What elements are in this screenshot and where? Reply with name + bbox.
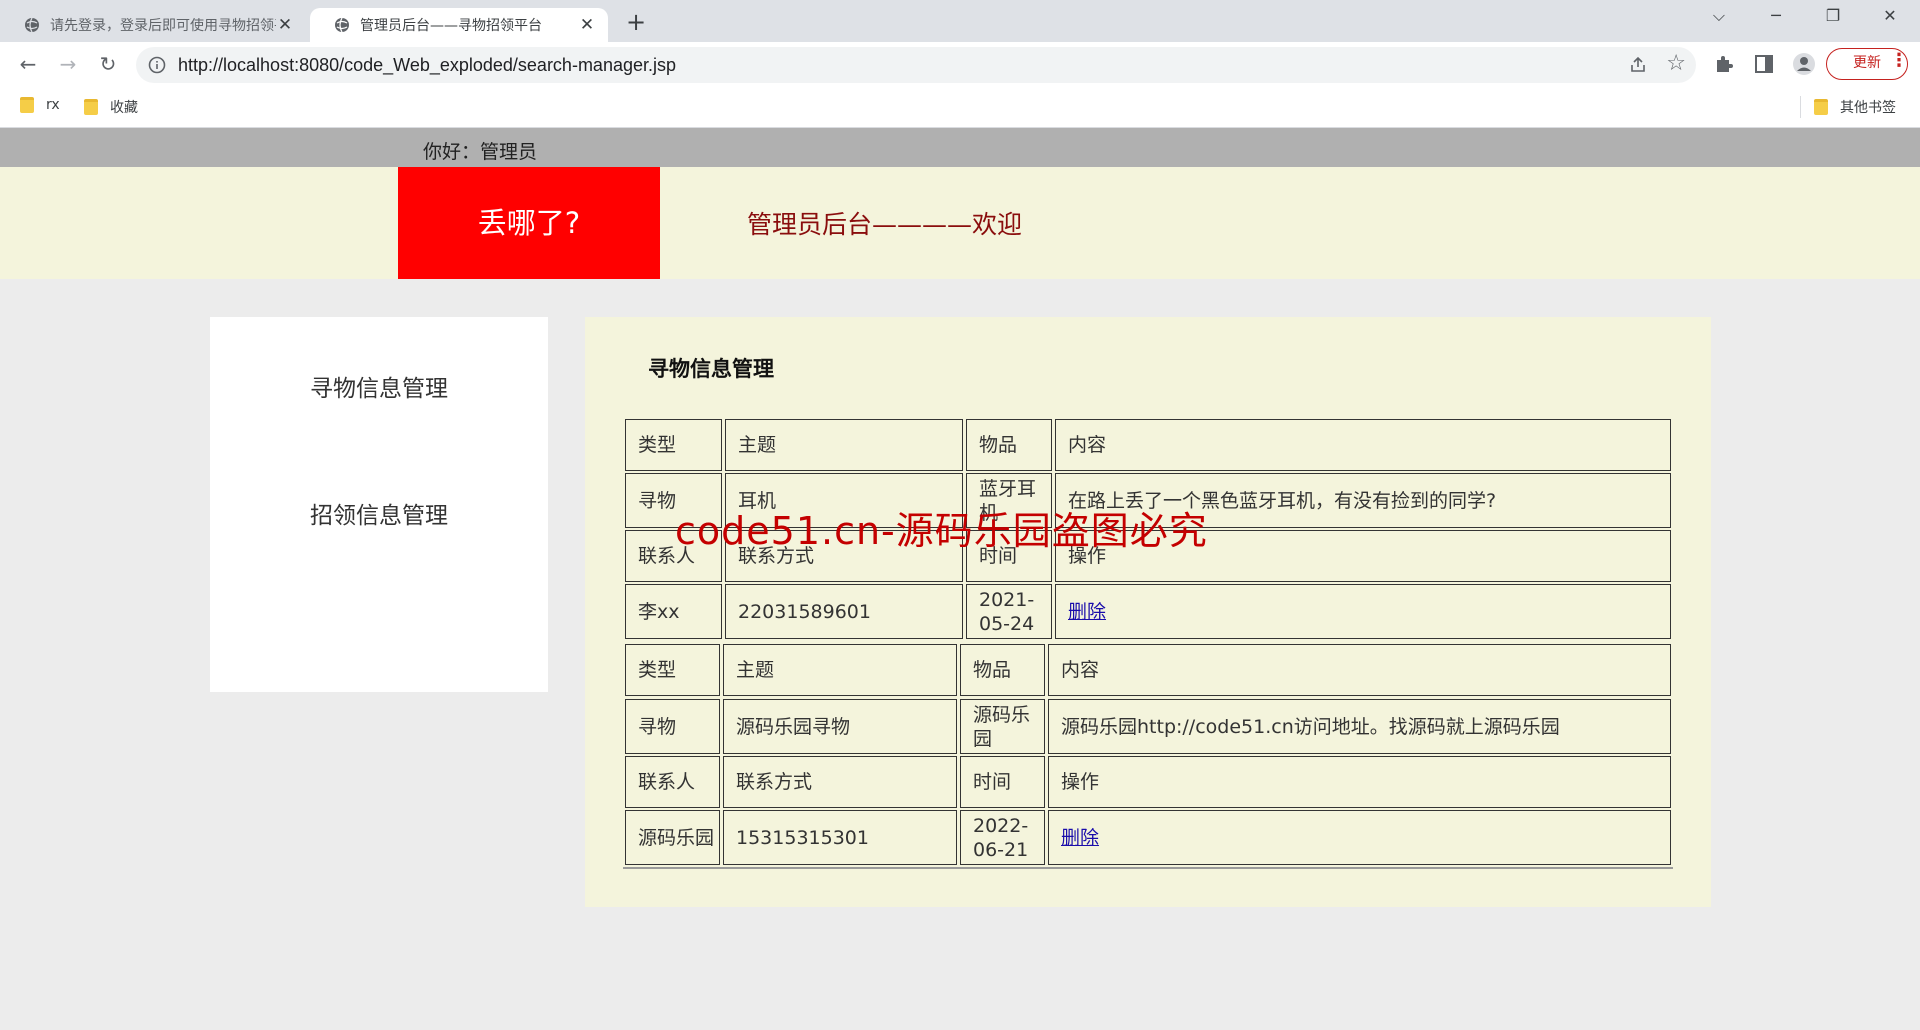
tab-strip: 请先登录，登录后即可使用寻物招领平台 ✕ 管理员后台——寻物招领平台 ✕ + ⌵… [0, 0, 1920, 42]
tab-manager[interactable]: 管理员后台——寻物招领平台 ✕ [310, 8, 608, 42]
site-header: 丢哪了? 管理员后台————欢迎 [0, 167, 1920, 279]
page-heading: 管理员后台————欢迎 [747, 210, 1023, 239]
header-subject: 主题 [723, 644, 957, 696]
bookmark-favorites[interactable]: 收藏 [84, 97, 138, 117]
side-panel-icon[interactable] [1752, 52, 1776, 76]
header-subject: 主题 [725, 419, 963, 471]
tab-login[interactable]: 请先登录，登录后即可使用寻物招领平台 ✕ [0, 8, 306, 42]
header-time: 时间 [960, 756, 1045, 808]
header-operation: 操作 [1055, 530, 1671, 582]
back-arrow-icon[interactable]: ← [14, 52, 42, 76]
header-item: 物品 [960, 644, 1045, 696]
cell-operation: 删除 [1055, 584, 1671, 639]
header-content: 内容 [1048, 644, 1671, 696]
cell-content: 源码乐园http://code51.cn访问地址。找源码就上源码乐园 [1048, 699, 1671, 754]
header-time: 时间 [966, 530, 1052, 582]
cell-subject: 耳机 [725, 473, 963, 528]
tab-title: 管理员后台——寻物招领平台 [360, 18, 542, 34]
new-tab-icon[interactable]: + [624, 8, 648, 36]
browser-menu-icon[interactable]: ⋮ [1890, 50, 1908, 71]
header-item: 物品 [966, 419, 1052, 471]
reload-icon[interactable]: ↻ [94, 52, 122, 76]
header-contact: 联系人 [625, 530, 722, 582]
cell-contact: 源码乐园 [625, 810, 720, 865]
forward-arrow-icon[interactable]: → [54, 52, 82, 76]
cell-item: 蓝牙耳机 [966, 473, 1052, 528]
header-phone: 联系方式 [725, 530, 963, 582]
header-type: 类型 [625, 419, 722, 471]
tab-title: 请先登录，登录后即可使用寻物招领平台 [50, 18, 276, 34]
cell-contact: 李xx [625, 584, 722, 639]
cell-item: 源码乐园 [960, 699, 1045, 754]
header-phone: 联系方式 [723, 756, 957, 808]
update-label: 更新 [1853, 55, 1881, 71]
header-contact: 联系人 [625, 756, 720, 808]
bookmark-label: 其他书签 [1840, 100, 1896, 116]
site-logo[interactable]: 丢哪了? [398, 167, 660, 279]
bookmark-star-icon[interactable]: ☆ [1666, 51, 1686, 76]
address-bar[interactable]: http://localhost:8080/code_Web_exploded/… [136, 47, 1696, 83]
extensions-puzzle-icon[interactable] [1712, 52, 1736, 76]
user-bar: 你好：管理员 [0, 128, 1920, 167]
cell-content: 在路上丢了一个黑色蓝牙耳机，有没有捡到的同学? [1055, 473, 1671, 528]
delete-link[interactable]: 删除 [1068, 600, 1106, 624]
close-tab-icon[interactable]: ✕ [276, 16, 294, 34]
globe-icon [25, 17, 39, 33]
sidebar-item-search-manage[interactable]: 寻物信息管理 [210, 369, 548, 403]
sidebar-item-claim-manage[interactable]: 招领信息管理 [210, 496, 548, 530]
greeting-text: 你好：管理员 [423, 141, 538, 163]
folder-icon [20, 97, 34, 113]
close-tab-icon[interactable]: ✕ [578, 16, 596, 34]
folder-icon [1814, 99, 1828, 115]
profile-avatar-icon[interactable] [1792, 52, 1816, 76]
minimize-icon[interactable]: ─ [1764, 6, 1788, 25]
folder-icon [84, 99, 98, 115]
cell-time: 2022-06-21 [960, 810, 1045, 865]
bookmarks-bar: rx 收藏 其他书签 [0, 88, 1920, 128]
cell-phone: 22031589601 [725, 584, 963, 639]
delete-link[interactable]: 删除 [1061, 826, 1099, 850]
header-content: 内容 [1055, 419, 1671, 471]
cell-subject: 源码乐园寻物 [723, 699, 957, 754]
other-bookmarks[interactable]: 其他书签 [1814, 97, 1896, 117]
share-icon[interactable] [1628, 55, 1648, 75]
sidebar: 寻物信息管理 招领信息管理 [210, 317, 548, 692]
bookmark-label: rx [46, 97, 60, 113]
header-operation: 操作 [1048, 756, 1671, 808]
tab-search-chevron-icon[interactable]: ⌵ [1707, 6, 1731, 26]
cell-type: 寻物 [625, 473, 722, 528]
cell-time: 2021-05-24 [966, 584, 1052, 639]
globe-icon [335, 17, 349, 33]
bookmark-label: 收藏 [110, 100, 138, 116]
browser-toolbar: ← → ↻ http://localhost:8080/code_Web_exp… [0, 42, 1920, 88]
cell-phone: 15315315301 [723, 810, 957, 865]
site-info-icon[interactable] [148, 56, 166, 74]
url-text[interactable]: http://localhost:8080/code_Web_exploded/… [178, 55, 676, 76]
cell-operation: 删除 [1048, 810, 1671, 865]
table-bottom-border [623, 867, 1673, 869]
bookmark-divider [1800, 96, 1801, 118]
header-type: 类型 [625, 644, 720, 696]
section-title: 寻物信息管理 [648, 357, 774, 381]
bookmark-rx[interactable]: rx [20, 97, 60, 113]
cell-type: 寻物 [625, 699, 720, 754]
restore-icon[interactable]: ❐ [1821, 6, 1845, 25]
window-close-icon[interactable]: ✕ [1878, 6, 1902, 25]
